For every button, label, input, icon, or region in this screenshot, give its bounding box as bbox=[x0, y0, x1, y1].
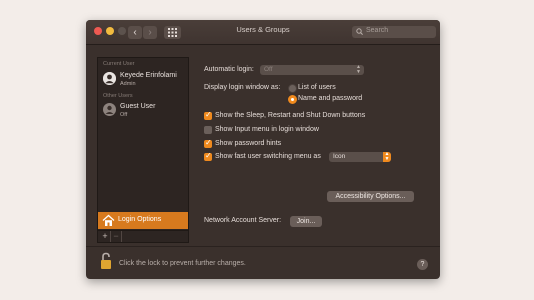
show-password-hints-checkbox[interactable] bbox=[204, 138, 212, 148]
show-sleep-restart-label: Show the Sleep, Restart and Shut Down bu… bbox=[215, 112, 366, 119]
name-and-password-radio[interactable] bbox=[288, 95, 297, 104]
fast-user-switching-popup[interactable]: Icon ▲ ▼ bbox=[329, 152, 391, 162]
guest-avatar bbox=[103, 103, 116, 116]
list-of-users-radio[interactable] bbox=[288, 84, 297, 93]
show-input-menu-label: Show Input menu in login window bbox=[215, 126, 319, 133]
list-of-users-label: List of users bbox=[298, 84, 336, 91]
automatic-login-label: Automatic login: bbox=[204, 66, 254, 73]
house-icon bbox=[102, 214, 115, 226]
avatar bbox=[103, 72, 116, 85]
remove-user-button[interactable]: − bbox=[111, 231, 122, 242]
display-login-window-label: Display login window as: bbox=[204, 84, 281, 91]
sidebar-item-guest-user[interactable]: Guest User Off bbox=[103, 103, 188, 121]
help-button[interactable]: ? bbox=[417, 259, 428, 270]
add-user-button[interactable]: + bbox=[100, 231, 111, 242]
automatic-login-value: Off bbox=[264, 66, 273, 73]
join-button[interactable]: Join... bbox=[290, 216, 322, 227]
sidebar-item-login-options[interactable]: Login Options bbox=[98, 212, 188, 229]
show-password-hints-label: Show password hints bbox=[215, 140, 282, 147]
lock-instruction-text: Click the lock to prevent further change… bbox=[119, 260, 246, 267]
current-user-section-label: Current User bbox=[103, 61, 135, 67]
titlebar: ‹ › Users & Groups Search bbox=[86, 20, 440, 45]
search-placeholder: Search bbox=[366, 27, 389, 34]
lock-icon[interactable] bbox=[99, 252, 113, 270]
footer-divider bbox=[86, 246, 440, 247]
current-user-name: Keyede Erinfolami bbox=[120, 72, 177, 79]
guest-user-status: Off bbox=[120, 112, 128, 118]
search-icon bbox=[356, 28, 363, 35]
network-account-server-label: Network Account Server: bbox=[204, 217, 282, 224]
fast-user-switching-checkbox[interactable] bbox=[204, 151, 212, 161]
fast-user-switching-label: Show fast user switching menu as bbox=[215, 153, 321, 160]
updown-arrows-icon: ▲ ▼ bbox=[383, 151, 391, 162]
current-user-role: Admin bbox=[120, 81, 136, 87]
fast-user-switching-value: Icon bbox=[333, 153, 346, 160]
sidebar-item-current-user[interactable]: Keyede Erinfolami Admin bbox=[103, 72, 188, 90]
updown-arrows-icon: ▲ ▼ bbox=[356, 64, 361, 75]
show-sleep-restart-checkbox[interactable] bbox=[204, 110, 212, 120]
users-groups-window: ‹ › Users & Groups Search Current User K… bbox=[86, 20, 440, 279]
users-sidebar: Current User Keyede Erinfolami Admin Oth… bbox=[97, 57, 189, 243]
search-field[interactable]: Search bbox=[352, 26, 436, 38]
login-options-label: Login Options bbox=[118, 216, 162, 223]
name-and-password-label: Name and password bbox=[298, 95, 363, 102]
sidebar-action-bar: + − bbox=[98, 230, 188, 242]
user-silhouette-icon bbox=[105, 105, 114, 114]
automatic-login-popup[interactable]: Off ▲ ▼ bbox=[260, 65, 364, 75]
guest-user-name: Guest User bbox=[120, 103, 156, 110]
user-photo-icon bbox=[103, 72, 116, 85]
accessibility-options-button[interactable]: Accessibility Options... bbox=[327, 191, 414, 202]
show-input-menu-checkbox[interactable] bbox=[204, 126, 212, 134]
other-users-section-label: Other Users bbox=[103, 93, 133, 99]
